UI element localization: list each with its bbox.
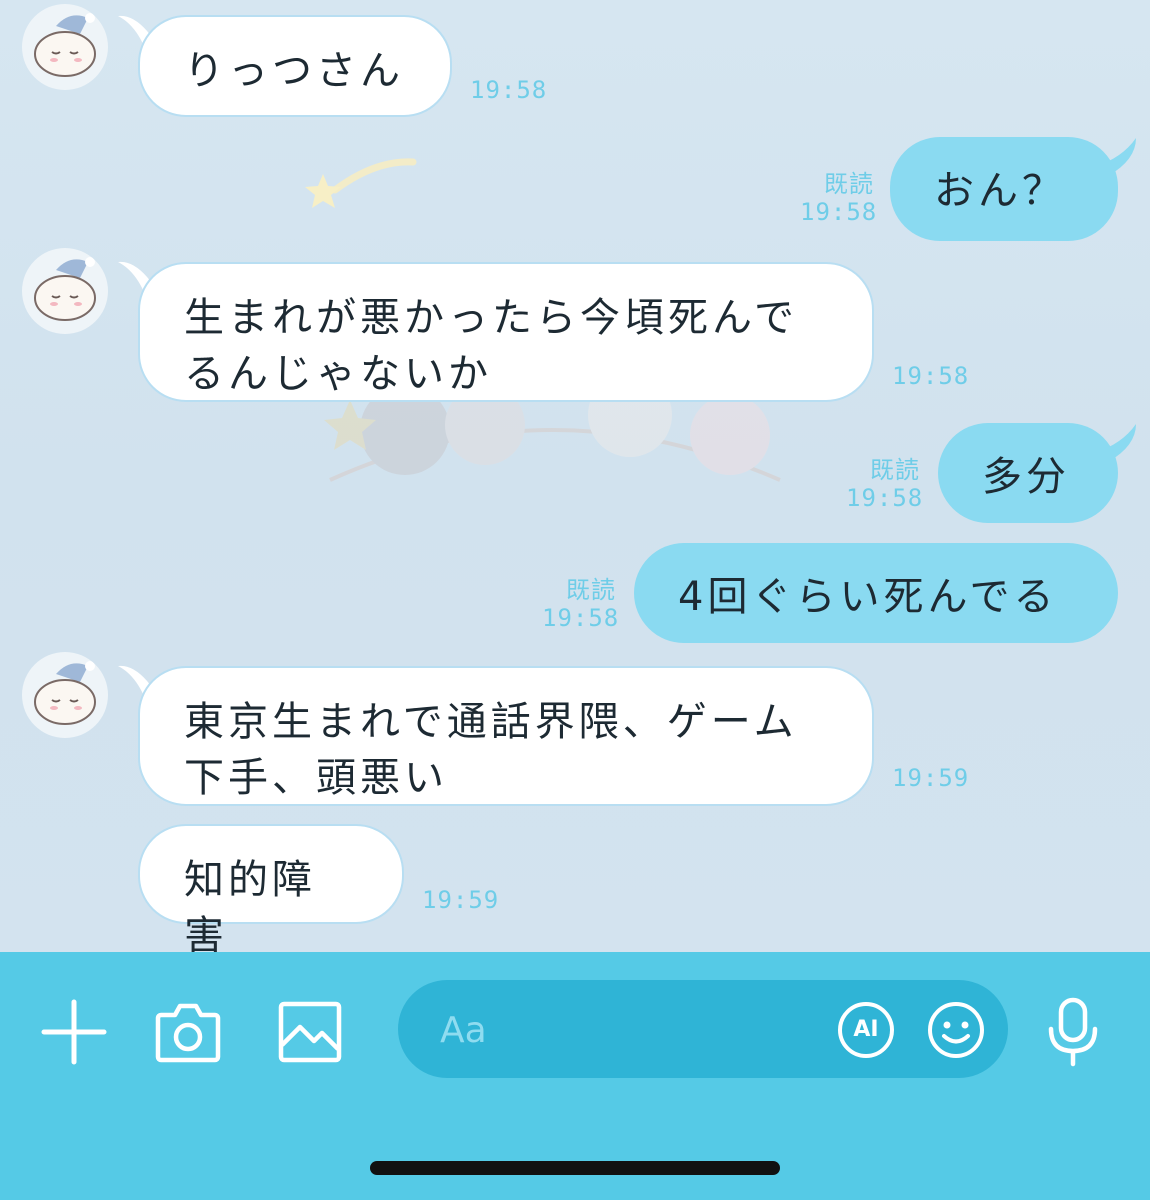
bear-avatar-icon xyxy=(34,13,96,77)
image-button[interactable] xyxy=(274,996,346,1068)
add-button[interactable] xyxy=(38,996,110,1068)
message-field[interactable]: AI xyxy=(398,980,1008,1078)
message-timestamp: 19:58 xyxy=(846,484,924,512)
chat-area[interactable]: りっつさん 19:58 既読 19:58 おん？ 生まれが悪かったら今頃死んで … xyxy=(0,0,1150,952)
ai-label: AI xyxy=(853,1017,879,1042)
avatar[interactable] xyxy=(22,4,108,90)
home-indicator[interactable] xyxy=(370,1161,780,1175)
avatar[interactable] xyxy=(22,652,108,738)
incoming-message[interactable]: 生まれが悪かったら今頃死んで るんじゃないか xyxy=(138,262,874,402)
microphone-button[interactable] xyxy=(1038,992,1108,1072)
bubble-tail xyxy=(1096,424,1136,462)
microphone-icon xyxy=(1048,997,1098,1067)
outgoing-message[interactable]: 多分 xyxy=(938,423,1118,523)
incoming-message[interactable]: 東京生まれで通話界隈、ゲーム 下手、頭悪い xyxy=(138,666,874,806)
emoji-icon xyxy=(928,1002,984,1058)
avatar[interactable] xyxy=(22,248,108,334)
message-timestamp: 19:58 xyxy=(800,198,878,226)
read-receipt: 既読 xyxy=(824,170,874,198)
bubble-tail xyxy=(1096,138,1136,176)
message-timestamp: 19:58 xyxy=(892,362,970,390)
outgoing-message[interactable]: 4回ぐらい死んでる xyxy=(634,543,1118,643)
bear-avatar-icon xyxy=(34,257,96,321)
image-icon xyxy=(278,1001,342,1063)
plus-icon xyxy=(41,999,107,1065)
message-timestamp: 19:59 xyxy=(892,764,970,792)
message-timestamp: 19:58 xyxy=(470,76,548,104)
message-timestamp: 19:58 xyxy=(542,604,620,632)
shooting-star-decoration xyxy=(305,158,417,208)
bear-avatar-icon xyxy=(34,661,96,725)
message-input[interactable] xyxy=(438,1002,822,1058)
incoming-message[interactable]: 知的障害 xyxy=(138,824,404,952)
outgoing-message[interactable]: おん？ xyxy=(890,137,1118,241)
ai-button[interactable]: AI xyxy=(836,1000,896,1060)
emoji-button[interactable] xyxy=(926,1000,986,1060)
camera-button[interactable] xyxy=(152,996,224,1068)
message-meta: 既読 19:58 xyxy=(846,456,924,512)
message-meta: 既読 19:58 xyxy=(800,170,878,226)
read-receipt: 既読 xyxy=(870,456,920,484)
camera-icon xyxy=(155,1003,221,1063)
message-timestamp: 19:59 xyxy=(422,886,500,914)
message-meta: 既読 19:58 xyxy=(542,576,620,632)
incoming-message[interactable]: りっつさん xyxy=(138,15,452,117)
read-receipt: 既読 xyxy=(566,576,616,604)
